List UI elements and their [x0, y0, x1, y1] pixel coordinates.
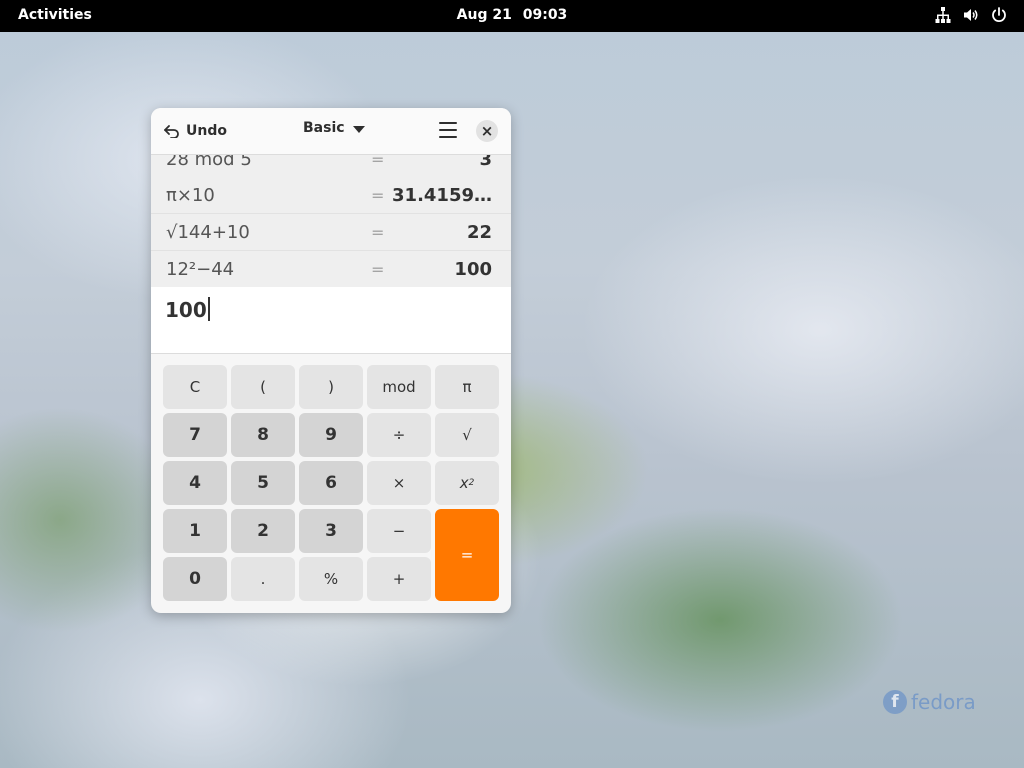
- clock-time: 09:03: [522, 7, 568, 23]
- equals-button[interactable]: =: [435, 509, 499, 601]
- decimal-point-button[interactable]: .: [231, 557, 295, 601]
- pi-button[interactable]: π: [435, 365, 499, 409]
- history-result[interactable]: 3: [479, 155, 492, 170]
- close-button[interactable]: ×: [476, 120, 498, 142]
- history-result[interactable]: 100: [454, 259, 492, 280]
- fedora-icon: f: [883, 690, 907, 714]
- expression-entry[interactable]: 100: [151, 287, 511, 354]
- digit-9-button[interactable]: 9: [299, 413, 363, 457]
- multiply-button[interactable]: ×: [367, 461, 431, 505]
- history-expression: √144+10: [166, 222, 250, 243]
- calculator-window: Undo Basic × 28 mod 5 = 3 π×10 = 31.4159…: [151, 108, 511, 613]
- clock[interactable]: Aug 21 09:03: [0, 7, 1024, 23]
- top-bar: Activities Aug 21 09:03: [0, 0, 1024, 32]
- digit-5-button[interactable]: 5: [231, 461, 295, 505]
- mode-selector[interactable]: Basic: [303, 120, 365, 136]
- network-icon[interactable]: [934, 6, 952, 24]
- chevron-down-icon: [352, 125, 365, 133]
- mode-label: Basic: [303, 120, 345, 136]
- digit-8-button[interactable]: 8: [231, 413, 295, 457]
- open-paren-button[interactable]: (: [231, 365, 295, 409]
- undo-icon: [164, 125, 179, 138]
- history-equals: =: [371, 260, 385, 279]
- history-equals: =: [371, 155, 385, 169]
- undo-button[interactable]: Undo: [163, 119, 227, 143]
- history-row[interactable]: 12²−44 = 100: [151, 251, 511, 287]
- close-icon: ×: [480, 122, 494, 140]
- history-expression: π×10: [166, 185, 215, 206]
- percent-button[interactable]: %: [299, 557, 363, 601]
- add-button[interactable]: +: [367, 557, 431, 601]
- digit-2-button[interactable]: 2: [231, 509, 295, 553]
- mod-button[interactable]: mod: [367, 365, 431, 409]
- history-result[interactable]: 22: [467, 222, 492, 243]
- text-cursor: [207, 297, 210, 321]
- history-list[interactable]: 28 mod 5 = 3 π×10 = 31.4159… √144+10 = 2…: [151, 155, 511, 287]
- divide-button[interactable]: ÷: [367, 413, 431, 457]
- header-bar: Undo Basic ×: [151, 108, 511, 155]
- digit-1-button[interactable]: 1: [163, 509, 227, 553]
- history-row[interactable]: π×10 = 31.4159…: [151, 177, 511, 214]
- digit-0-button[interactable]: 0: [163, 557, 227, 601]
- digit-4-button[interactable]: 4: [163, 461, 227, 505]
- clear-button[interactable]: C: [163, 365, 227, 409]
- fedora-logo: f fedora: [883, 690, 976, 714]
- main-menu-button[interactable]: [439, 122, 457, 138]
- power-icon[interactable]: [990, 6, 1008, 24]
- history-equals: =: [371, 223, 385, 242]
- square-button[interactable]: x2: [435, 461, 499, 505]
- digit-7-button[interactable]: 7: [163, 413, 227, 457]
- entry-value: 100: [165, 298, 207, 322]
- clock-date: Aug 21: [456, 7, 512, 23]
- digit-6-button[interactable]: 6: [299, 461, 363, 505]
- volume-icon[interactable]: [962, 6, 980, 24]
- square-exponent: 2: [468, 478, 475, 488]
- subtract-button[interactable]: −: [367, 509, 431, 553]
- history-expression: 12²−44: [166, 259, 235, 280]
- undo-label: Undo: [186, 123, 227, 139]
- digit-3-button[interactable]: 3: [299, 509, 363, 553]
- sqrt-button[interactable]: √: [435, 413, 499, 457]
- history-equals: =: [371, 186, 385, 205]
- hamburger-icon: [439, 122, 457, 124]
- history-row[interactable]: √144+10 = 22: [151, 214, 511, 251]
- history-row[interactable]: 28 mod 5 = 3: [151, 155, 511, 178]
- history-expression: 28 mod 5: [166, 155, 252, 170]
- history-result[interactable]: 31.4159…: [392, 185, 492, 206]
- close-paren-button[interactable]: ): [299, 365, 363, 409]
- system-tray[interactable]: [934, 6, 1008, 24]
- entry-value-wrap: 100: [165, 297, 210, 322]
- square-base: x: [459, 474, 469, 492]
- fedora-logo-text: fedora: [911, 690, 976, 714]
